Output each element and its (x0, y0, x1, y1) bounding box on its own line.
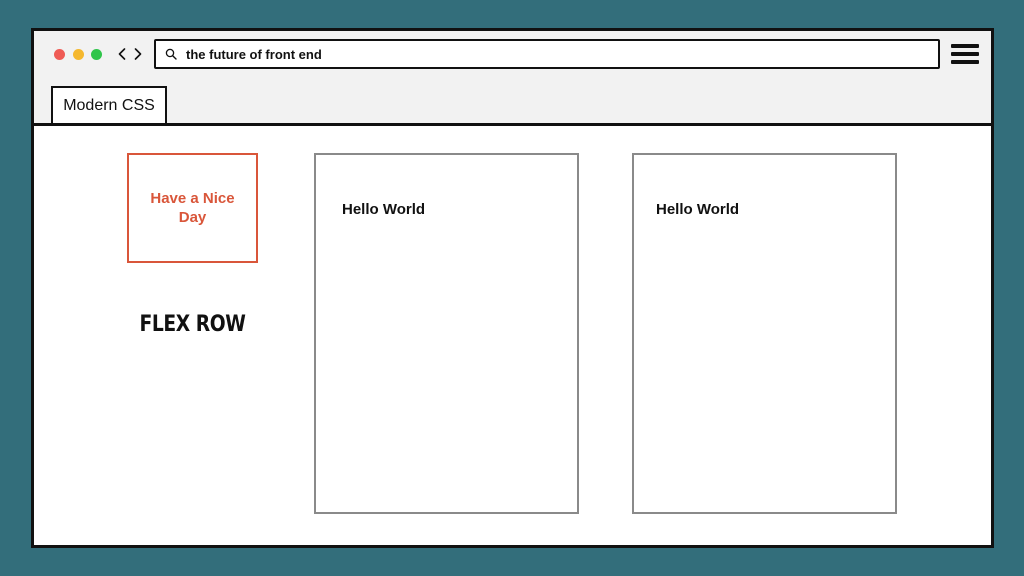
navigation-arrows (116, 43, 144, 65)
card: Hello World (314, 153, 579, 514)
maximize-window-button[interactable] (91, 49, 102, 60)
layout-label: FLEX ROW (139, 312, 246, 337)
chevron-right-icon[interactable] (132, 44, 144, 64)
browser-toolbar: Modern CSS (34, 31, 991, 126)
close-window-button[interactable] (54, 49, 65, 60)
highlight-box-text: Have a Nice Day (150, 190, 235, 226)
chevron-left-icon[interactable] (116, 44, 128, 64)
minimize-window-button[interactable] (73, 49, 84, 60)
highlight-box: Have a Nice Day (127, 153, 258, 263)
url-input[interactable] (186, 46, 906, 62)
page-content: Have a Nice Day FLEX ROW Hello World Hel… (34, 126, 991, 545)
card-text: Hello World (342, 201, 426, 218)
card-text: Hello World (656, 201, 740, 218)
search-icon (164, 47, 178, 61)
address-bar[interactable] (154, 39, 940, 69)
card: Hello World (632, 153, 897, 514)
tab-modern-css[interactable]: Modern CSS (51, 86, 167, 123)
hamburger-menu-icon[interactable] (951, 43, 979, 65)
browser-window: Modern CSS Have a Nice Day FLEX ROW Hell… (31, 28, 994, 548)
